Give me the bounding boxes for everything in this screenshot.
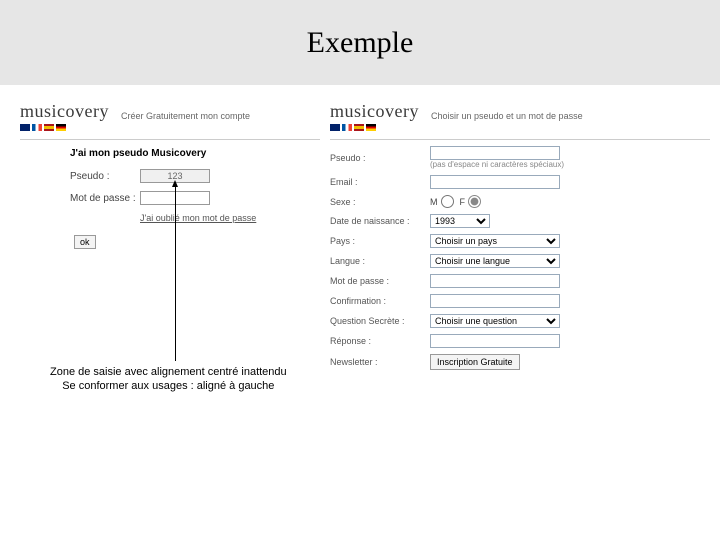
left-form: J'ai mon pseudo Musicovery Pseudo : Mot … (20, 140, 320, 249)
r-sex-label: Sexe : (330, 197, 430, 207)
flag-uk-icon (20, 124, 30, 131)
flag-fr-icon (32, 124, 42, 131)
r-lang-select[interactable]: Choisir une langue (430, 254, 560, 268)
r-response-input[interactable] (430, 334, 560, 348)
r-pseudo-hint: (pas d'espace ni caractères spéciaux) (430, 160, 564, 169)
r-newsletter-label: Newsletter : (330, 357, 430, 367)
r-lang-label: Langue : (330, 256, 430, 266)
slide-title: Exemple (307, 26, 414, 60)
flag-es-icon (44, 124, 54, 131)
sex-f-radio[interactable] (468, 195, 481, 208)
logo-text-right: musicovery (330, 101, 419, 122)
r-confirm-input[interactable] (430, 294, 560, 308)
pseudo-row: Pseudo : (70, 169, 320, 183)
r-pseudo-input[interactable] (430, 146, 560, 160)
r-birth-select[interactable]: 1993 (430, 214, 490, 228)
r-pass-label: Mot de passe : (330, 276, 430, 286)
right-logo-row: musicovery Choisir un pseudo et un mot d… (330, 95, 710, 140)
r-birth-label: Date de naissance : (330, 216, 430, 226)
r-pseudo-label: Pseudo : (330, 153, 430, 163)
r-email-label: Email : (330, 177, 430, 187)
logo-text: musicovery (20, 101, 109, 122)
flag-icons (20, 124, 109, 131)
right-panel: musicovery Choisir un pseudo et un mot d… (330, 95, 710, 376)
flag-de-icon (56, 124, 66, 131)
sex-m-label: M (430, 197, 438, 207)
left-header-subtitle: Créer Gratuitement mon compte (121, 111, 250, 121)
flag-uk-icon (330, 124, 340, 131)
r-country-label: Pays : (330, 236, 430, 246)
r-pass-input[interactable] (430, 274, 560, 288)
sex-f-label: F (460, 197, 466, 207)
left-form-title: J'ai mon pseudo Musicovery (70, 148, 320, 159)
r-confirm-label: Confirmation : (330, 296, 430, 306)
flag-de-icon (366, 124, 376, 131)
r-question-select[interactable]: Choisir une question (430, 314, 560, 328)
annotation-box: Zone de saisie avec alignement centré in… (50, 365, 287, 394)
left-panel: musicovery Créer Gratuitement mon compte… (20, 95, 320, 376)
slide-header: Exemple (0, 0, 720, 85)
right-form: Pseudo : (pas d'espace ni caractères spé… (330, 140, 710, 370)
annotation-line2: Se conformer aux usages : aligné à gauch… (50, 379, 287, 393)
r-email-input[interactable] (430, 175, 560, 189)
forgot-link[interactable]: J'ai oublié mon mot de passe (140, 213, 256, 223)
r-response-label: Réponse : (330, 336, 430, 346)
annotation-arrow-line (175, 186, 176, 361)
flag-icons-right (330, 124, 419, 131)
flag-es-icon (354, 124, 364, 131)
r-question-label: Question Secrète : (330, 316, 430, 326)
ok-button[interactable]: ok (74, 235, 96, 249)
left-logo-row: musicovery Créer Gratuitement mon compte (20, 95, 320, 140)
flag-fr-icon (342, 124, 352, 131)
r-country-select[interactable]: Choisir un pays (430, 234, 560, 248)
annotation-line1: Zone de saisie avec alignement centré in… (50, 365, 287, 379)
right-header-subtitle: Choisir un pseudo et un mot de passe (431, 111, 583, 121)
annotation-arrow-head-icon (172, 180, 178, 187)
panels-container: musicovery Créer Gratuitement mon compte… (20, 95, 710, 376)
password-row: Mot de passe : (70, 191, 320, 205)
signup-button[interactable]: Inscription Gratuite (430, 354, 520, 370)
pseudo-label: Pseudo : (70, 171, 140, 182)
password-label: Mot de passe : (70, 193, 140, 204)
sex-m-radio[interactable] (441, 195, 454, 208)
